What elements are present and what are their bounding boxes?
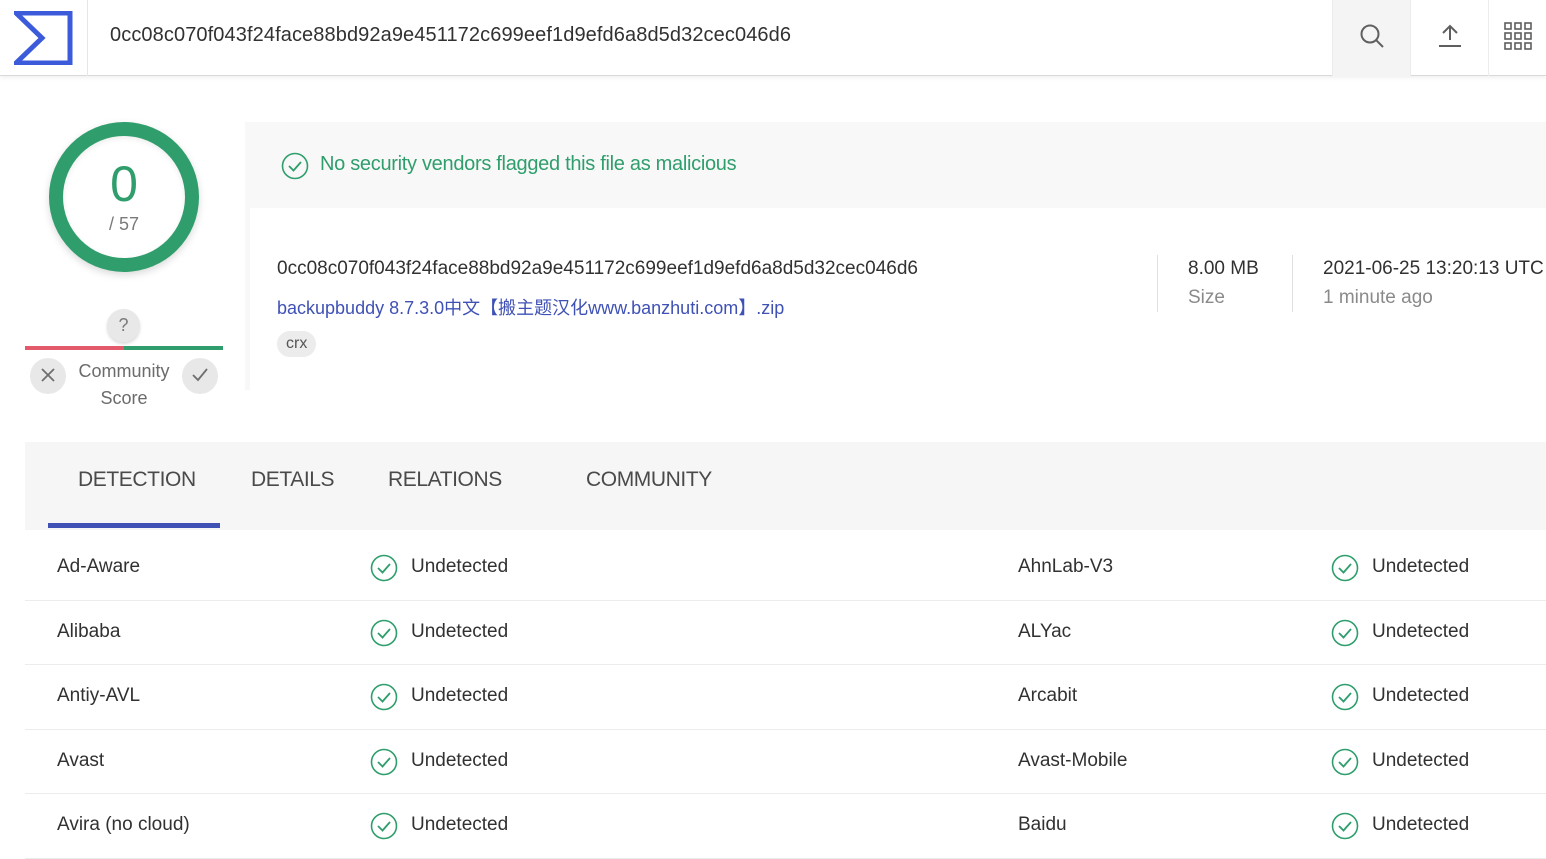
vendor-name: Arcabit bbox=[1018, 685, 1078, 706]
vendor-status: Undetected bbox=[1372, 620, 1470, 642]
vendor-status: Undetected bbox=[1372, 685, 1470, 706]
check-circle-icon bbox=[1331, 619, 1359, 652]
vote-harmless-button[interactable] bbox=[182, 358, 218, 394]
search-icon bbox=[1359, 23, 1385, 54]
vendor-name: ALYac bbox=[1018, 620, 1072, 642]
detections-table: Ad-Aware Undetected AhnLab-V3 Undetected… bbox=[25, 536, 1546, 859]
tab-relations[interactable]: RELATIONS bbox=[388, 468, 502, 492]
file-name-link[interactable]: backupbuddy 8.7.3.0中文【搬主题汉化www.banzhuti.… bbox=[277, 294, 784, 320]
upload-button[interactable] bbox=[1410, 0, 1488, 76]
tab-detection[interactable]: DETECTION bbox=[78, 468, 196, 492]
close-icon bbox=[41, 365, 55, 387]
community-bar-malicious bbox=[25, 346, 124, 350]
vendor-status: Undetected bbox=[411, 685, 509, 706]
check-circle-icon bbox=[370, 748, 398, 781]
vendor-status: Undetected bbox=[411, 749, 509, 771]
apps-button[interactable] bbox=[1488, 0, 1546, 76]
tab-community[interactable]: COMMUNITY bbox=[586, 468, 712, 492]
vendor-status: Undetected bbox=[1372, 749, 1470, 771]
vote-malicious-button[interactable] bbox=[30, 358, 66, 394]
check-circle-icon bbox=[1331, 683, 1359, 716]
vendor-status: Undetected bbox=[411, 814, 509, 835]
check-circle-icon bbox=[1331, 812, 1359, 845]
community-label-line2: Score bbox=[100, 388, 148, 408]
community-score-label: Community Score bbox=[70, 358, 178, 412]
tab-details[interactable]: DETAILS bbox=[251, 468, 335, 492]
check-icon bbox=[192, 365, 208, 387]
file-hash: 0cc08c070f043f24face88bd92a9e451172c699e… bbox=[277, 258, 918, 279]
divider bbox=[1157, 255, 1158, 312]
table-row: Alibaba Undetected ALYac Undetected bbox=[25, 601, 1546, 665]
file-size: 8.00 MB bbox=[1188, 258, 1259, 279]
check-circle-icon bbox=[281, 152, 309, 185]
analysis-date-relative: 1 minute ago bbox=[1323, 287, 1433, 308]
file-tag[interactable]: crx bbox=[277, 331, 317, 357]
active-tab-indicator bbox=[48, 523, 220, 528]
detection-score-ring: 0 / 57 bbox=[49, 122, 199, 272]
vendor-status: Undetected bbox=[411, 556, 509, 577]
check-circle-icon bbox=[1331, 748, 1359, 781]
table-row: Avast Undetected Avast-Mobile Undetected bbox=[25, 730, 1546, 794]
check-circle-icon bbox=[370, 812, 398, 845]
community-label-line1: Community bbox=[78, 361, 170, 381]
upload-icon bbox=[1437, 23, 1463, 54]
vendor-name: AhnLab-V3 bbox=[1018, 556, 1114, 577]
detection-score: 0 / 57 bbox=[63, 136, 185, 258]
community-question-icon[interactable]: ? bbox=[107, 309, 140, 342]
table-row: Avira (no cloud) Undetected Baidu Undete… bbox=[25, 794, 1546, 859]
apps-grid-icon bbox=[1503, 21, 1533, 56]
analysis-date: 2021-06-25 13:20:13 UTC bbox=[1323, 258, 1544, 279]
vendor-name: Avast-Mobile bbox=[1018, 749, 1128, 771]
vendor-name: Baidu bbox=[1018, 814, 1067, 835]
vendor-name: Avira (no cloud) bbox=[57, 814, 190, 835]
divider bbox=[1292, 255, 1293, 312]
check-circle-icon bbox=[370, 554, 398, 587]
search-button[interactable] bbox=[1332, 0, 1410, 76]
check-circle-icon bbox=[1331, 554, 1359, 587]
vendor-name: Avast bbox=[57, 749, 105, 771]
verdict-banner: No security vendors flagged this file as… bbox=[320, 153, 737, 175]
check-circle-icon bbox=[370, 683, 398, 716]
vendor-status: Undetected bbox=[1372, 556, 1470, 577]
vendor-status: Undetected bbox=[411, 620, 509, 642]
detection-total: / 57 bbox=[108, 214, 140, 234]
check-circle-icon bbox=[370, 619, 398, 652]
detection-count: 0 bbox=[110, 156, 138, 212]
vendor-status: Undetected bbox=[1372, 814, 1470, 835]
table-row: Ad-Aware Undetected AhnLab-V3 Undetected bbox=[25, 536, 1546, 601]
top-bar: 0cc08c070f043f24face88bd92a9e451172c699e… bbox=[0, 0, 1546, 76]
file-size-label: Size bbox=[1188, 287, 1225, 308]
search-input[interactable]: 0cc08c070f043f24face88bd92a9e451172c699e… bbox=[110, 24, 791, 47]
logo-icon[interactable] bbox=[0, 0, 88, 76]
vendor-name: Alibaba bbox=[57, 620, 121, 642]
community-bar-harmless bbox=[124, 346, 223, 350]
vendor-name: Antiy-AVL bbox=[57, 685, 141, 706]
vendor-name: Ad-Aware bbox=[57, 556, 141, 577]
table-row: Antiy-AVL Undetected Arcabit Undetected bbox=[25, 665, 1546, 730]
